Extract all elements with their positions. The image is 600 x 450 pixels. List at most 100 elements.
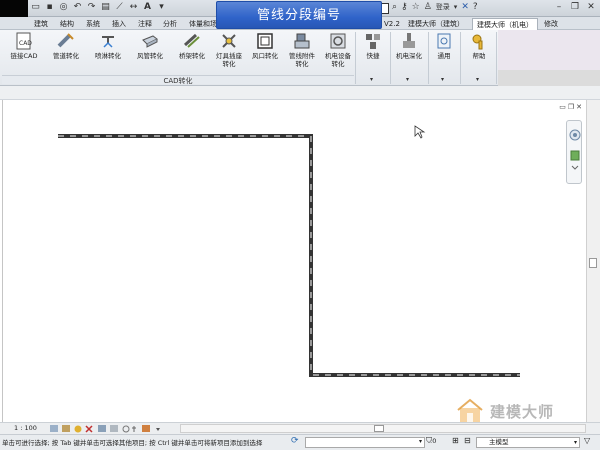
help-button[interactable]: 帮助 [464, 31, 494, 75]
redo-icon[interactable]: ↷ [86, 2, 97, 13]
undo-icon[interactable]: ↶ [72, 2, 83, 13]
crop-view-icon[interactable] [98, 425, 106, 432]
show-crop-icon[interactable] [110, 425, 118, 432]
dropdown-icon[interactable]: ▾ [156, 2, 167, 13]
mep-deepen-button[interactable]: 机电深化 [392, 31, 426, 75]
tab-insert[interactable]: 插入 [112, 18, 126, 30]
watermark-logo-icon [457, 398, 483, 422]
view-close-icon[interactable]: ✕ [576, 103, 582, 111]
equipment-convert-label: 机电设备转化 [325, 52, 351, 68]
ribbon-separator [460, 32, 461, 84]
mep-deepen-label: 机电深化 [396, 52, 422, 60]
drawing-canvas[interactable] [2, 100, 586, 422]
worksharing-icon[interactable]: ⟳ [291, 436, 299, 446]
cad-link-button[interactable]: CAD 链接CAD [6, 31, 42, 75]
minimize-icon[interactable]: – [552, 1, 566, 13]
model-select[interactable]: 主模型 ▾ [476, 437, 580, 448]
text-icon[interactable]: A [142, 2, 153, 13]
print-icon[interactable]: ▤ [100, 2, 111, 13]
pipe-convert-label: 管道转化 [53, 52, 79, 60]
measure-icon[interactable]: ⟋ [114, 2, 125, 13]
tray-convert-icon [183, 33, 200, 48]
pipe-convert-button[interactable]: 管道转化 [47, 31, 85, 75]
design-options-icon[interactable]: ⊟ [464, 436, 471, 445]
help-icon [472, 34, 483, 50]
drawing-svg [58, 125, 520, 377]
view-more-icon[interactable] [156, 428, 160, 431]
exchange-icon[interactable]: ✕ [461, 2, 469, 13]
key-icon[interactable]: ⚷ [401, 2, 408, 13]
lamp-convert-label: 灯具插座转化 [216, 52, 242, 68]
info-center: ⌕ ⚷ ☆ ♙ 登录 ▾ ✕ ? [392, 2, 478, 13]
save-icon[interactable]: ▪ [44, 2, 55, 13]
view-minimize-icon[interactable]: ▭ [559, 103, 566, 111]
shortcut-dropdown-icon[interactable]: ▾ [370, 76, 373, 83]
mep-deepen-dropdown-icon[interactable]: ▾ [406, 76, 409, 83]
tab-systems[interactable]: 系统 [86, 18, 100, 30]
ribbon-separator [496, 32, 497, 84]
shortcut-button[interactable]: 快捷 [358, 31, 388, 75]
tab-structure[interactable]: 结构 [60, 18, 74, 30]
view-scale[interactable]: 1 : 100 [14, 424, 37, 432]
temporary-hide-icon[interactable] [122, 425, 130, 433]
tab-analyze[interactable]: 分析 [163, 18, 177, 30]
vertical-scrollbar[interactable] [586, 100, 600, 422]
tab-architecture[interactable]: 建筑 [34, 18, 48, 30]
help-dropdown-icon[interactable]: ▾ [476, 76, 479, 83]
horizontal-scroll-thumb[interactable] [374, 425, 384, 432]
open-icon[interactable]: ▭ [30, 2, 41, 13]
window-controls: – ❐ ✕ [552, 1, 598, 13]
reveal-hidden-icon[interactable] [132, 426, 136, 432]
tab-modify[interactable]: 修改 [544, 18, 558, 30]
help-circle-icon[interactable]: ? [473, 2, 478, 13]
mep-deepen-icon [403, 33, 415, 48]
tab-bim-architecture[interactable]: 建模大师（建筑） [408, 18, 464, 30]
lamp-convert-button[interactable]: 灯具插座转化 [213, 31, 245, 75]
fitting-convert-button[interactable]: 管线附件转化 [286, 31, 318, 75]
shadows-icon[interactable] [85, 425, 93, 433]
view-window-controls: ▭ ❐ ✕ [559, 103, 582, 111]
sync-icon[interactable]: ◎ [58, 2, 69, 13]
tab-version[interactable]: V2.2 [384, 18, 400, 30]
filter-funnel-icon[interactable]: ▽ [584, 436, 590, 445]
ribbon-empty-area-top [498, 30, 600, 70]
sprinkler-convert-button[interactable]: 喷淋转化 [89, 31, 127, 75]
duct-convert-icon [142, 35, 158, 48]
tab-massing[interactable]: 体量和场 [189, 18, 217, 30]
view-control-icons [50, 425, 160, 433]
general-dropdown-icon[interactable]: ▾ [441, 76, 444, 83]
title-banner: 管线分段编号 [216, 1, 382, 29]
detail-level-icon[interactable] [50, 425, 58, 432]
duct-convert-button[interactable]: 风管转化 [131, 31, 169, 75]
analysis-icon[interactable] [142, 425, 150, 432]
visual-style-icon[interactable] [62, 425, 70, 432]
status-hint: 单击可进行选择; 按 Tab 键并单击可选择其他项目; 按 Ctrl 键并单击可… [2, 439, 263, 447]
general-button[interactable]: 通用 [430, 31, 458, 75]
chevron-down-icon[interactable]: ▾ [454, 2, 458, 13]
vent-convert-button[interactable]: 风口转化 [248, 31, 282, 75]
star-icon[interactable]: ☆ [412, 2, 420, 13]
lamp-convert-icon [222, 34, 236, 48]
login-label[interactable]: 登录 [436, 2, 450, 13]
tab-bim-mep[interactable]: 建模大师（机电） [472, 18, 538, 30]
search-icon[interactable]: ⌕ [392, 2, 397, 13]
ribbon-separator [390, 32, 391, 84]
restore-icon[interactable]: ❐ [568, 1, 582, 13]
model-select-value: 主模型 [489, 438, 509, 446]
editing-requests-icon[interactable]: ⊞ [452, 436, 459, 445]
duct-convert-label: 风管转化 [137, 52, 163, 60]
user-icon[interactable]: ♙ [424, 2, 432, 13]
workset-select[interactable]: ▾ [305, 437, 425, 448]
navigation-wheel-icon[interactable] [567, 121, 583, 185]
view-restore-icon[interactable]: ❐ [568, 103, 574, 111]
pipe-convert-icon [57, 33, 74, 48]
tab-annotate[interactable]: 注释 [138, 18, 152, 30]
sun-path-icon[interactable] [74, 425, 82, 433]
close-icon[interactable]: ✕ [584, 1, 598, 13]
tray-convert-button[interactable]: 桥架转化 [173, 31, 211, 75]
equipment-convert-button[interactable]: 机电设备转化 [322, 31, 354, 75]
vertical-scroll-thumb[interactable] [589, 258, 597, 268]
sprinkler-convert-icon [102, 36, 114, 48]
dimension-icon[interactable]: ↔ [128, 2, 139, 13]
horizontal-scrollbar[interactable] [180, 424, 586, 433]
